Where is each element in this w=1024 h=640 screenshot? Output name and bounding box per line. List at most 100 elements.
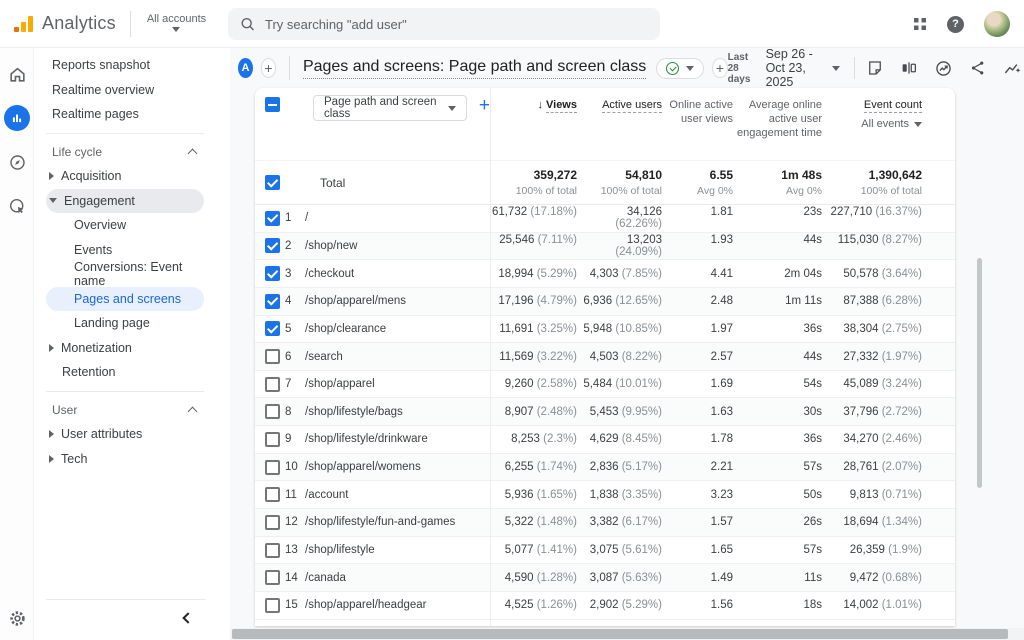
sidebar-item-life-cycle[interactable]: Life cycle bbox=[46, 140, 204, 165]
column-header-avg-engagement-time[interactable]: Average online active user engagement ti… bbox=[733, 98, 822, 140]
explore-icon[interactable] bbox=[0, 140, 34, 184]
sidebar-item-tech[interactable]: Tech bbox=[46, 447, 204, 472]
row-metric-views: 11,691 (3.25%) bbox=[490, 323, 577, 335]
table-row[interactable]: 9/shop/lifestyle/drinkware8,253 (2.3%)4,… bbox=[255, 426, 955, 454]
sidebar-item-label: Conversions: Event name bbox=[46, 260, 204, 288]
row-checkbox[interactable] bbox=[265, 211, 280, 226]
sidebar-item-realtime-pages[interactable]: Realtime pages bbox=[46, 102, 204, 127]
table-row[interactable]: 7/shop/apparel9,260 (2.58%)5,484 (10.01%… bbox=[255, 371, 955, 399]
table-row[interactable]: 14/canada4,590 (1.28%)3,087 (5.63%)1.491… bbox=[255, 564, 955, 592]
table-body: 1/61,732 (17.18%)34,126 (62.26%)1.8123s2… bbox=[255, 205, 955, 620]
add-comparison-button[interactable] bbox=[261, 58, 276, 78]
sidebar-item-label: Overview bbox=[46, 218, 126, 232]
apps-grid-icon[interactable] bbox=[913, 17, 927, 31]
sidebar-item-acquisition[interactable]: Acquisition bbox=[46, 164, 204, 189]
row-metric-oauv: 1.69 bbox=[662, 378, 733, 390]
table-row[interactable]: 6/search11,569 (3.22%)4,503 (8.22%)2.574… bbox=[255, 343, 955, 371]
row-metric-oauv: 1.81 bbox=[662, 206, 733, 230]
table-row[interactable]: 13/shop/lifestyle5,077 (1.41%)3,075 (5.6… bbox=[255, 537, 955, 565]
table-row[interactable]: 4/shop/apparel/mens17,196 (4.79%)6,936 (… bbox=[255, 288, 955, 316]
row-checkbox[interactable] bbox=[265, 487, 280, 502]
table-row[interactable]: 3/checkout18,994 (5.29%)4,303 (7.85%)4.4… bbox=[255, 260, 955, 288]
row-checkbox[interactable] bbox=[265, 570, 280, 585]
sidebar-item-engagement[interactable]: Engagement bbox=[46, 189, 204, 214]
table-row[interactable]: 5/shop/clearance11,691 (3.25%)5,948 (10.… bbox=[255, 316, 955, 344]
row-checkbox[interactable] bbox=[265, 404, 280, 419]
sidebar-item-reports-snapshot[interactable]: Reports snapshot bbox=[46, 53, 204, 78]
table-row[interactable]: 2/shop/new25,546 (7.11%)13,203 (24.09%)1… bbox=[255, 233, 955, 261]
row-metric-avg: 54s bbox=[733, 378, 822, 390]
sidebar-item-pages-and-screens[interactable]: Pages and screens bbox=[46, 287, 204, 312]
date-range-picker[interactable]: Sep 26 - Oct 23, 2025 bbox=[766, 47, 825, 89]
sidebar-item-events[interactable]: Events bbox=[46, 238, 204, 263]
page-title[interactable]: Pages and screens: Page path and screen … bbox=[303, 58, 646, 79]
row-checkbox[interactable] bbox=[265, 321, 280, 336]
sidebar-item-landing-page[interactable]: Landing page bbox=[46, 311, 204, 336]
admin-gear-icon[interactable] bbox=[0, 609, 34, 628]
sidebar-item-retention[interactable]: Retention bbox=[46, 360, 204, 385]
row-checkbox[interactable] bbox=[265, 460, 280, 475]
advertising-icon[interactable] bbox=[0, 184, 34, 228]
row-rank: 15 bbox=[285, 599, 303, 611]
column-header-views[interactable]: ↓ Views bbox=[490, 98, 577, 140]
table-row[interactable]: 11/account5,936 (1.65%)1,838 (3.35%)3.23… bbox=[255, 481, 955, 509]
select-all-checkbox[interactable] bbox=[265, 97, 280, 112]
row-checkbox[interactable] bbox=[265, 294, 280, 309]
column-header-online-active-user-views[interactable]: Online active user views bbox=[662, 98, 733, 140]
sidebar-item-realtime-overview[interactable]: Realtime overview bbox=[46, 78, 204, 103]
sidebar-item-monetization[interactable]: Monetization bbox=[46, 336, 204, 361]
event-filter-dropdown[interactable]: All events bbox=[822, 117, 922, 131]
total-checkbox[interactable] bbox=[265, 175, 280, 190]
horizontal-scrollbar-track[interactable] bbox=[230, 628, 1024, 640]
sidebar-divider bbox=[46, 133, 204, 134]
home-icon[interactable] bbox=[0, 52, 34, 96]
row-checkbox[interactable] bbox=[265, 543, 280, 558]
table-row[interactable]: 1/61,732 (17.18%)34,126 (62.26%)1.8123s2… bbox=[255, 205, 955, 233]
ab-compare-icon[interactable] bbox=[900, 58, 918, 78]
vertical-scrollbar[interactable] bbox=[977, 258, 982, 488]
search-input[interactable] bbox=[265, 17, 648, 32]
reports-icon[interactable] bbox=[0, 96, 34, 140]
row-metric-users: 4,629 (8.45%) bbox=[577, 433, 662, 445]
insights-circle-icon[interactable] bbox=[934, 58, 953, 78]
collapse-sidebar-button[interactable] bbox=[176, 608, 196, 628]
row-checkbox[interactable] bbox=[265, 515, 280, 530]
comparison-badge[interactable]: A bbox=[238, 58, 253, 78]
row-checkbox[interactable] bbox=[265, 266, 280, 281]
add-dimension-button[interactable] bbox=[479, 96, 490, 116]
table-row[interactable]: 8/shop/lifestyle/bags8,907 (2.48%)5,453 … bbox=[255, 398, 955, 426]
reports-active-badge bbox=[4, 105, 30, 131]
account-switcher-label: All accounts bbox=[147, 13, 206, 25]
row-checkbox[interactable] bbox=[265, 432, 280, 447]
sidebar-item-user-attributes[interactable]: User attributes bbox=[46, 422, 204, 447]
row-page-path: /shop/apparel bbox=[303, 378, 490, 390]
avatar[interactable] bbox=[984, 11, 1010, 37]
row-checkbox[interactable] bbox=[265, 598, 280, 613]
row-metric-users: 3,075 (5.61%) bbox=[577, 544, 662, 556]
table-row[interactable]: 12/shop/lifestyle/fun-and-games5,322 (1.… bbox=[255, 509, 955, 537]
search-bar[interactable] bbox=[228, 8, 660, 40]
sidebar-item-conversions-event-name[interactable]: Conversions: Event name bbox=[46, 262, 204, 287]
account-switcher[interactable]: All accounts bbox=[147, 13, 206, 32]
sidebar-item-overview[interactable]: Overview bbox=[46, 213, 204, 238]
sidebar-item-label: Realtime pages bbox=[46, 107, 139, 121]
row-metric-users: 1,838 (3.35%) bbox=[577, 489, 662, 501]
row-checkbox[interactable] bbox=[265, 349, 280, 364]
horizontal-scrollbar-thumb[interactable] bbox=[232, 629, 1008, 639]
add-report-button[interactable] bbox=[712, 58, 727, 78]
insights-spark-icon[interactable] bbox=[1003, 58, 1022, 78]
report-header: A Pages and screens: Page path and scree… bbox=[230, 48, 1024, 88]
column-header-active-users[interactable]: Active users bbox=[577, 98, 662, 140]
note-icon[interactable] bbox=[866, 58, 884, 78]
column-header-event-count[interactable]: Event count All events bbox=[822, 98, 922, 140]
report-status-pill[interactable] bbox=[656, 58, 704, 79]
help-icon[interactable] bbox=[947, 16, 964, 33]
sidebar-item-user[interactable]: User bbox=[46, 398, 204, 423]
table-row[interactable]: 10/shop/apparel/womens6,255 (1.74%)2,836… bbox=[255, 454, 955, 482]
share-icon[interactable] bbox=[969, 58, 987, 78]
row-checkbox[interactable] bbox=[265, 377, 280, 392]
table-row[interactable]: 15/shop/apparel/headgear4,525 (1.26%)2,9… bbox=[255, 592, 955, 620]
dimension-selector[interactable]: Page path and screen class bbox=[313, 95, 467, 121]
row-checkbox[interactable] bbox=[265, 238, 280, 253]
row-metric-oauv: 3.23 bbox=[662, 489, 733, 501]
